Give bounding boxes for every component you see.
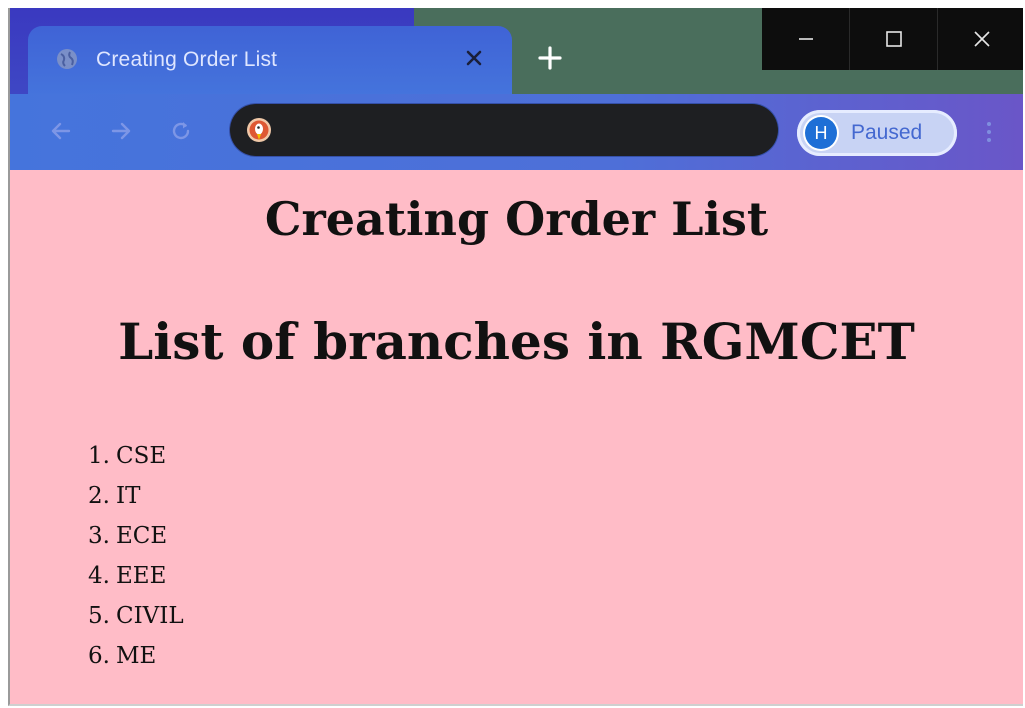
arrow-left-icon[interactable]	[44, 114, 78, 148]
list-item-text: ME	[116, 643, 157, 669]
list-item-text: EEE	[116, 563, 167, 589]
duckduckgo-icon	[246, 117, 272, 143]
list-item-number: 4.	[88, 563, 110, 589]
list-item: 3. ECE	[72, 516, 184, 556]
close-icon[interactable]	[456, 40, 492, 76]
reload-icon[interactable]	[164, 114, 198, 148]
list-item: 6. ME	[72, 636, 184, 676]
avatar: H	[805, 117, 837, 149]
address-bar[interactable]	[230, 104, 778, 156]
page-title: Creating Order List	[264, 192, 769, 246]
arrow-right-icon[interactable]	[104, 114, 138, 148]
page-content: Creating Order List List of branches in …	[10, 170, 1023, 704]
list-item-text: CSE	[116, 443, 167, 469]
kebab-menu-icon[interactable]	[978, 114, 1000, 150]
tab-active[interactable]: Creating Order List	[28, 26, 512, 96]
minimize-icon[interactable]	[762, 8, 849, 70]
list-item-number: 2.	[88, 483, 110, 509]
list-item: 4. EEE	[72, 556, 184, 596]
list-item-text: CIVIL	[116, 603, 184, 629]
tab-title: Creating Order List	[96, 48, 278, 71]
list-item-text: ECE	[116, 523, 168, 549]
globe-icon	[56, 48, 78, 70]
list-item: 1. CSE	[72, 436, 184, 476]
list-item: 5. CIVIL	[72, 596, 184, 636]
list-item-number: 1.	[88, 443, 110, 469]
close-window-icon[interactable]	[937, 8, 1023, 70]
page-subtitle: List of branches in RGMCET	[118, 312, 915, 371]
list-item-number: 3.	[88, 523, 110, 549]
profile-status: Paused	[851, 121, 923, 144]
list-item-number: 5.	[88, 603, 110, 629]
browser-toolbar: H Paused	[10, 94, 1023, 170]
maximize-icon[interactable]	[849, 8, 937, 70]
tab-strip: Creating Order List	[10, 8, 1023, 96]
window-controls	[762, 8, 1023, 70]
list-item-text: IT	[116, 483, 141, 509]
ordered-list: 1. CSE 2. IT 3. ECE 4. EEE 5. CIVIL 6. ME	[72, 436, 184, 676]
list-item-number: 6.	[88, 643, 110, 669]
address-input[interactable]	[286, 112, 760, 150]
list-item: 2. IT	[72, 476, 184, 516]
profile-button[interactable]: H Paused	[797, 110, 957, 156]
plus-icon[interactable]	[530, 38, 570, 78]
browser-window: Creating Order List H Paused Creating Or…	[8, 8, 1023, 706]
